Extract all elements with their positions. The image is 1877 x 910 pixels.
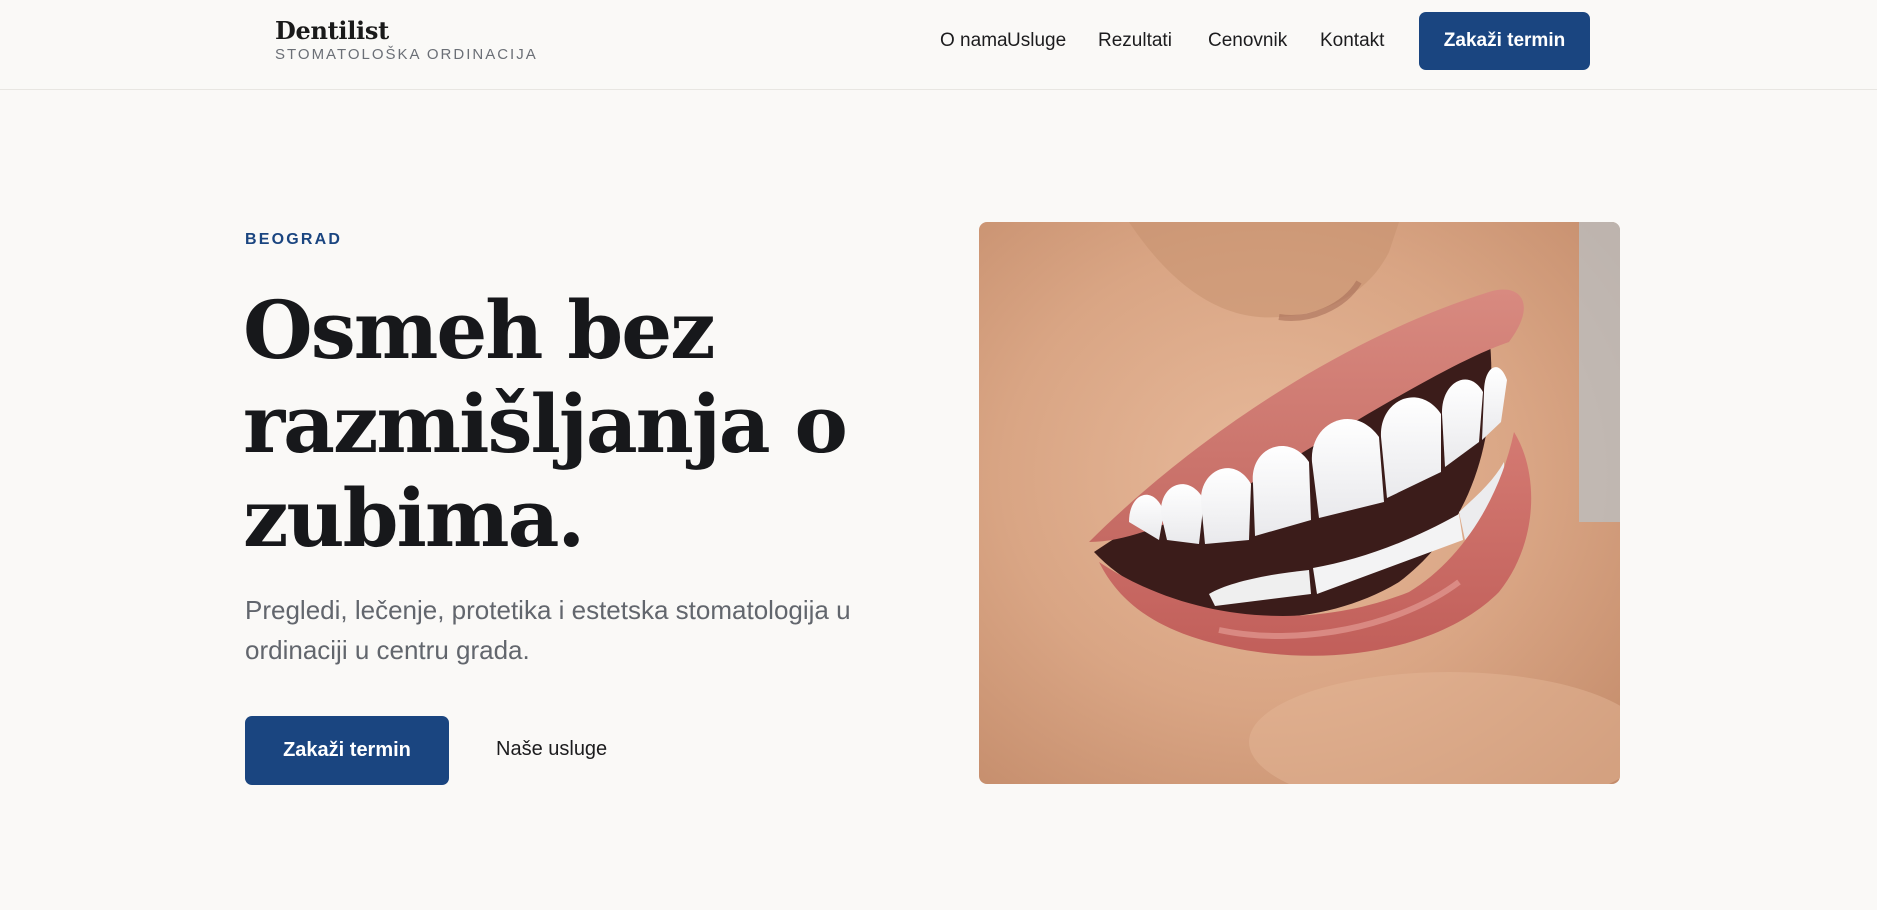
hero-eyebrow: BEOGRAD [245, 231, 343, 248]
nav-link-cenovnik[interactable]: Cenovnik [1208, 30, 1287, 52]
nav-link-o-nama[interactable]: O nama [940, 30, 1008, 52]
brand-logo[interactable]: Dentilist STOMATOLOŠKA ORDINACIJA [275, 16, 538, 64]
hero-smile-image [979, 222, 1620, 784]
smile-illustration [979, 222, 1620, 784]
our-services-link[interactable]: Naše usluge [496, 738, 607, 761]
nav-link-rezultati[interactable]: Rezultati [1098, 30, 1172, 52]
book-appointment-nav-button[interactable]: Zakaži termin [1419, 12, 1590, 70]
hero-lead: Pregledi, lečenje, protetika i estetska … [245, 595, 851, 665]
book-appointment-button[interactable]: Zakaži termin [245, 716, 449, 785]
nav-link-usluge[interactable]: Usluge [1007, 30, 1066, 52]
brand-name: Dentilist [275, 16, 389, 45]
nav-link-kontakt[interactable]: Kontakt [1320, 30, 1384, 52]
brand-subtitle: STOMATOLOŠKA ORDINACIJA [275, 46, 538, 63]
top-navigation-bar: Dentilist STOMATOLOŠKA ORDINACIJA O nama… [0, 0, 1877, 90]
hero-headline: Osmeh bez razmišljanja o zubima. [243, 283, 848, 565]
